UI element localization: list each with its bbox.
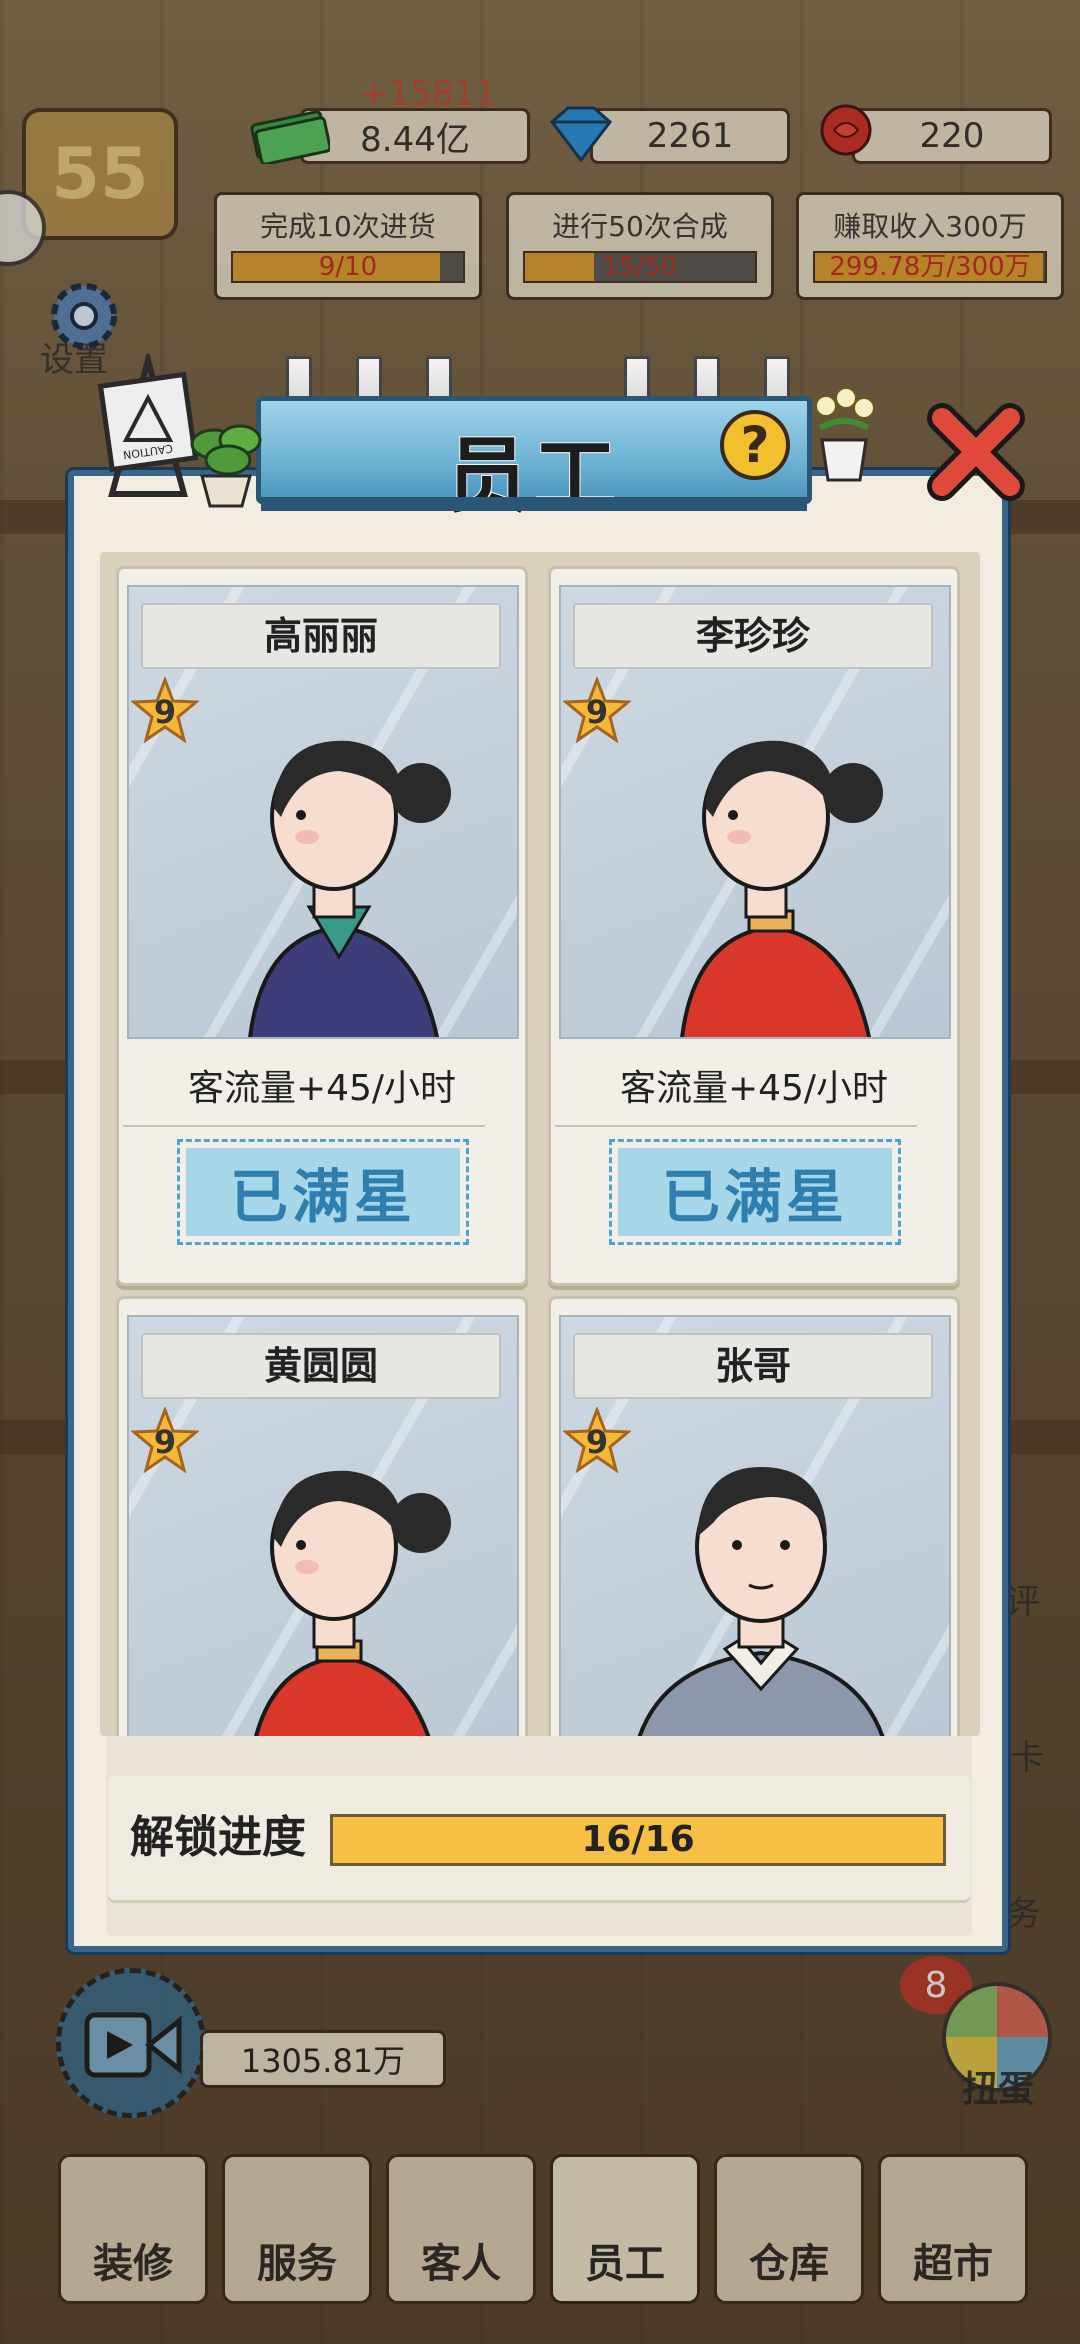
potted-plant-icon [190,424,262,508]
flower-pot-icon [815,387,875,482]
staff-name: 李珍珍 [573,603,933,669]
card-divider [555,1125,917,1127]
star-level: 9 [585,1423,609,1461]
staff-figure [248,740,451,1037]
star-level: 9 [153,1423,177,1461]
staff-name: 黄圆圆 [141,1333,501,1399]
staff-stat: 客流量+45/小时 [187,1068,457,1109]
staff-figure [637,1467,885,1736]
staff-grid[interactable]: 高丽丽 9 客流量+45/小时 已满星 李珍珍 9 客流量+45/小时 已满星 … [100,552,980,1736]
staff-name: 高丽丽 [141,603,501,669]
staff-card[interactable]: 李珍珍 9 客流量+45/小时 已满星 [548,566,960,1286]
max-star-button[interactable]: 已满星 [177,1139,469,1245]
staff-card[interactable]: 高丽丽 9 客流量+45/小时 已满星 [116,566,528,1286]
unlock-progress-bar: 16/16 [330,1814,946,1866]
help-button[interactable]: ? [720,410,790,480]
max-star-button[interactable]: 已满星 [609,1139,901,1245]
max-star-label: 已满星 [618,1148,892,1236]
staff-stat: 客流量+45/小时 [619,1068,889,1109]
staff-card[interactable]: 黄圆圆 9 [116,1296,528,1736]
staff-figure [680,740,883,1037]
staff-figure [254,1470,451,1736]
card-divider [123,1125,485,1127]
star-level: 9 [153,693,177,731]
staff-card[interactable]: 张哥 9 [548,1296,960,1736]
unlock-progress-label: 解锁进度 [130,1812,306,1863]
max-star-label: 已满星 [186,1148,460,1236]
star-level: 9 [585,693,609,731]
unlock-progress-value: 16/16 [581,1819,695,1860]
staff-name: 张哥 [573,1333,933,1399]
unlock-progress-panel: 解锁进度 16/16 [108,1776,970,1900]
close-icon[interactable] [924,400,1028,504]
